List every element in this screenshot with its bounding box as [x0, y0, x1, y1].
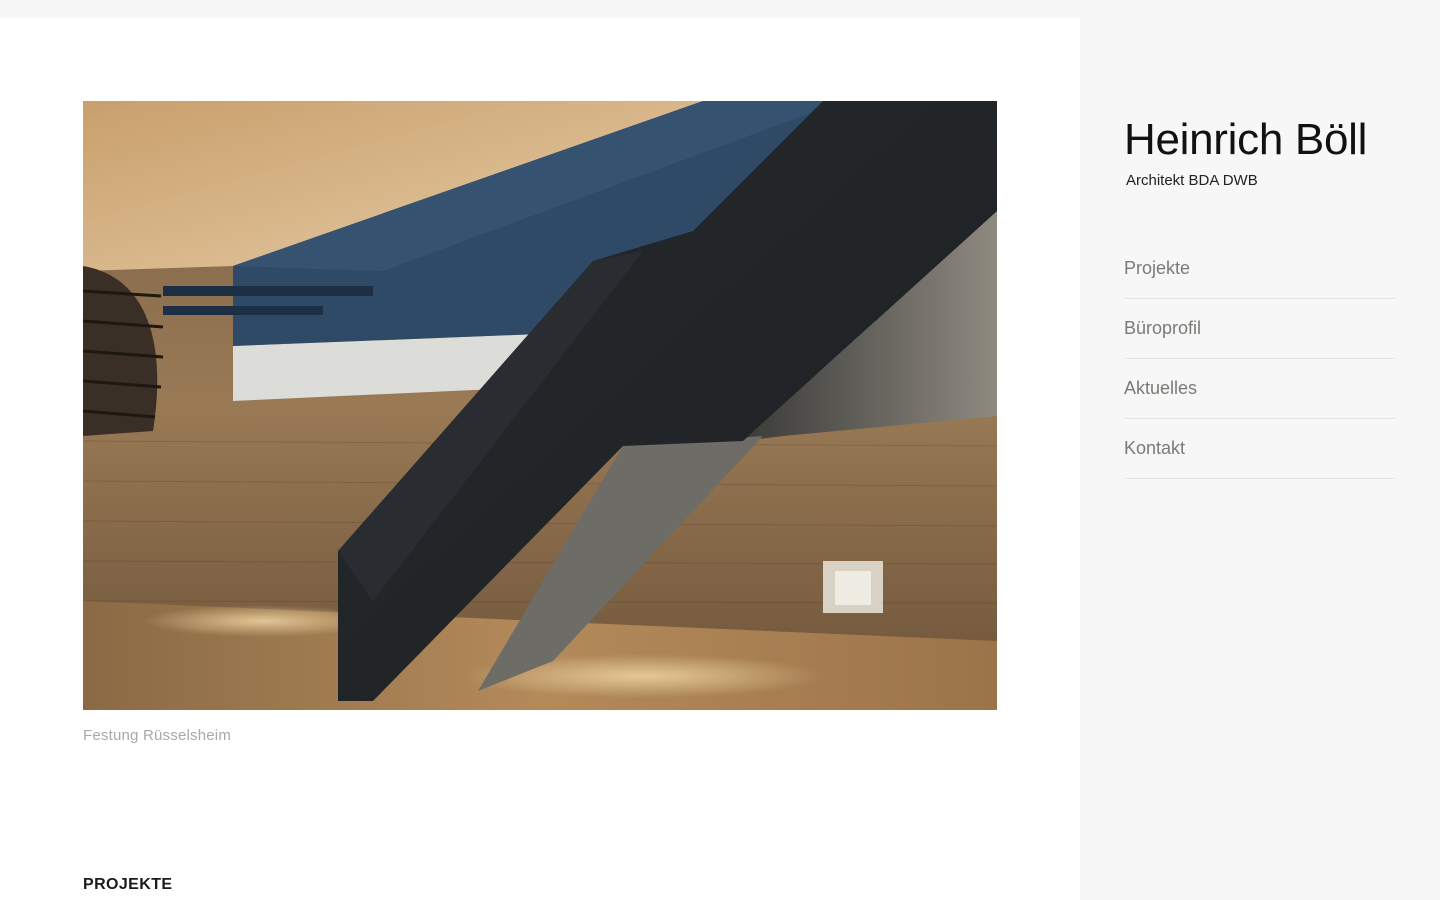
- section-heading-projects: PROJEKTE: [83, 876, 173, 893]
- brand[interactable]: Heinrich Böll Architekt BDA DWB: [1124, 112, 1424, 189]
- nav-link-projekte[interactable]: Projekte: [1124, 239, 1396, 298]
- nav-item-bueroprofil: Büroprofil: [1124, 299, 1396, 359]
- nav-link-kontakt[interactable]: Kontakt: [1124, 419, 1396, 478]
- staircase-photo: [83, 101, 997, 710]
- nav-item-projekte: Projekte: [1124, 239, 1396, 299]
- hero-caption: Festung Rüsselsheim: [83, 727, 232, 744]
- nav-link-bueroprofil[interactable]: Büroprofil: [1124, 299, 1396, 358]
- main-content: Festung Rüsselsheim PROJEKTE: [0, 18, 1080, 900]
- nav-item-kontakt: Kontakt: [1124, 419, 1396, 479]
- hero-image[interactable]: [83, 101, 997, 710]
- nav-item-aktuelles: Aktuelles: [1124, 359, 1396, 419]
- nav-link-aktuelles[interactable]: Aktuelles: [1124, 359, 1396, 418]
- sidebar: Heinrich Böll Architekt BDA DWB Projekte…: [1080, 0, 1440, 900]
- main-navigation: Projekte Büroprofil Aktuelles Kontakt: [1124, 239, 1396, 479]
- site-title[interactable]: Heinrich Böll: [1124, 112, 1424, 168]
- site-subtitle: Architekt BDA DWB: [1126, 172, 1258, 189]
